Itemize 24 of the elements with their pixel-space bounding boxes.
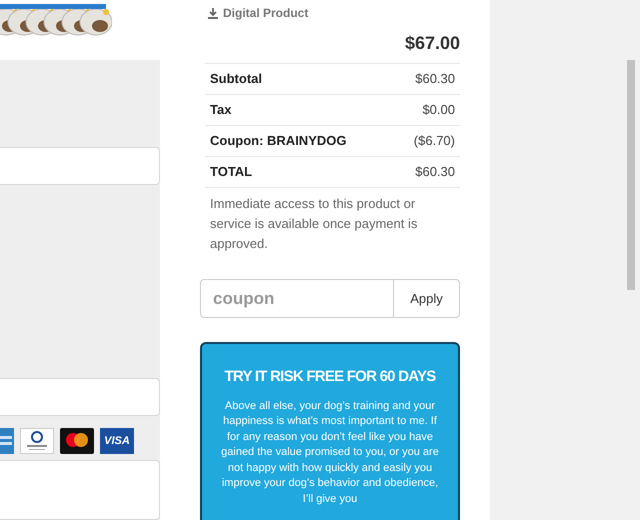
summary-label: Subtotal — [210, 70, 262, 88]
coupon-field[interactable]: coupon — [200, 279, 394, 318]
summary-label: Coupon: BRAINYDOG — [210, 132, 346, 150]
input-field[interactable] — [0, 147, 160, 185]
guarantee-title: TRY IT RISK FREE FOR 60 DAYS — [224, 367, 436, 387]
amex-card-icon — [0, 428, 14, 454]
summary-value: ($6.70) — [414, 132, 455, 150]
download-icon — [208, 8, 218, 18]
scrollbar-thumb[interactable] — [627, 60, 635, 290]
summary-label: TOTAL — [210, 163, 252, 182]
guarantee-text: Above all else, your dog’s training and your happiness is what’s most important to me. If for any reason you don’t feel like you have gained the value promised to you, or you are not happy with how quickly and easily you improve your dog’s behavior and obedience, I’ll give you — [220, 398, 440, 506]
apply-button[interactable]: Apply — [394, 279, 460, 318]
product-type: Digital Product — [223, 5, 308, 22]
access-note: Immediate access to this product or service is available once payment is approved. — [205, 187, 460, 254]
summary-value: $60.30 — [415, 163, 455, 182]
visa-card: VISA — [100, 428, 134, 454]
input-field[interactable] — [0, 460, 160, 520]
mastercard-icon — [60, 428, 94, 454]
product-price: $67.00 — [404, 32, 460, 55]
input-field[interactable] — [0, 378, 160, 416]
summary-value: $60.30 — [415, 70, 455, 88]
summary-value: $0.00 — [422, 101, 455, 120]
summary-label: Tax — [210, 101, 232, 120]
diners-card-icon — [20, 428, 54, 454]
